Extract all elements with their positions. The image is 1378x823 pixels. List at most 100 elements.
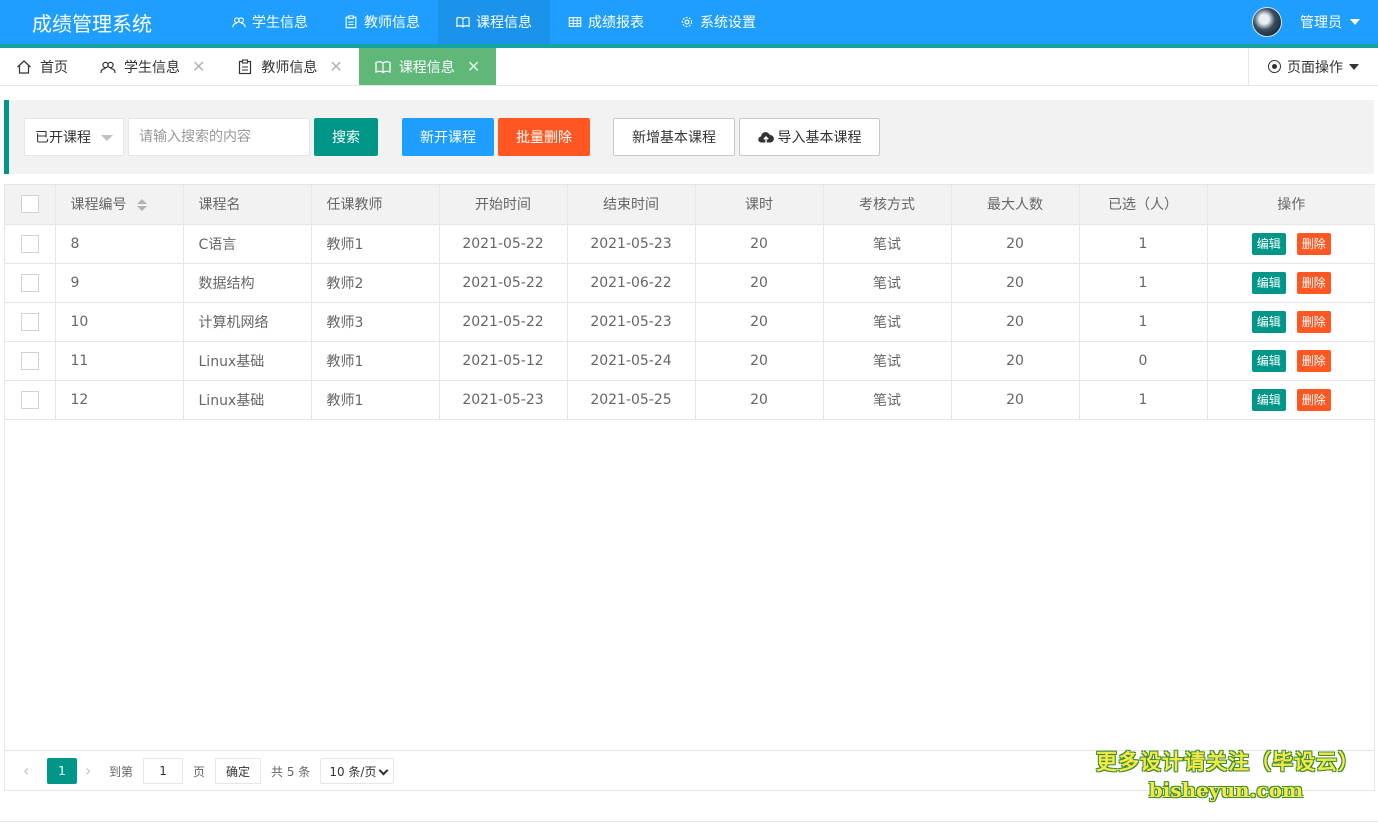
cell-teacher: 教师3 (311, 302, 440, 342)
add-basic-course-button[interactable]: 新增基本课程 (613, 118, 735, 156)
cell-max-students: 20 (951, 263, 1080, 303)
tab-label: 首页 (40, 59, 68, 76)
nav-label: 教师信息 (364, 15, 420, 31)
nav-item-courses[interactable]: 课程信息 (438, 0, 550, 48)
cell-hours: 20 (695, 341, 824, 381)
page-size-select[interactable]: 10 条/页 (320, 758, 395, 784)
tab-teachers[interactable]: 教师信息 ✕ (221, 48, 358, 85)
row-checkbox[interactable] (20, 273, 39, 292)
table-row: 10 计算机网络 教师3 2021-05-22 2021-05-23 20 笔试… (5, 302, 1375, 342)
nav-item-settings[interactable]: 系统设置 (662, 0, 774, 44)
cell-start-time: 2021-05-22 (439, 224, 568, 264)
select-all-checkbox[interactable] (20, 195, 39, 214)
col-start-time: 开始时间 (439, 185, 568, 225)
nav-item-reports[interactable]: 成绩报表 (550, 0, 662, 44)
cell-start-time: 2021-05-23 (439, 380, 568, 420)
home-icon (17, 59, 31, 74)
nav-item-students[interactable]: 学生信息 (214, 0, 326, 44)
cell-course-name: 数据结构 (183, 263, 312, 303)
top-nav: 学生信息 教师信息 课程信息 成绩报表 系统设置 (214, 0, 774, 48)
select-all-cell (5, 185, 56, 225)
cell-start-time: 2021-05-22 (439, 263, 568, 303)
nav-label: 成绩报表 (588, 15, 644, 31)
page-unit-label: 页 (193, 764, 206, 779)
cell-end-time: 2021-05-23 (567, 302, 696, 342)
page-ops-button[interactable]: 页面操作 (1248, 48, 1378, 85)
cell-end-time: 2021-05-24 (567, 341, 696, 381)
close-icon[interactable]: ✕ (329, 57, 342, 76)
goto-page-input[interactable] (143, 758, 184, 784)
delete-button[interactable]: 删除 (1296, 388, 1331, 411)
delete-button[interactable]: 删除 (1296, 310, 1331, 333)
row-checkbox[interactable] (20, 234, 39, 253)
chevron-left-icon[interactable]: ‹ (23, 763, 37, 779)
nav-item-teachers[interactable]: 教师信息 (326, 0, 438, 44)
total-count: 共 5 条 (271, 764, 311, 779)
new-course-button[interactable]: 新开课程 (402, 118, 494, 156)
close-icon[interactable]: ✕ (467, 57, 480, 76)
edit-button[interactable]: 编辑 (1251, 388, 1286, 411)
cell-course-id: 12 (55, 380, 184, 420)
chevron-down-icon (378, 765, 389, 776)
cell-course-name: Linux基础 (183, 341, 312, 381)
search-button[interactable]: 搜索 (314, 118, 378, 156)
table-icon (568, 17, 582, 27)
caret-down-icon (101, 135, 113, 141)
col-course-name: 课程名 (183, 185, 312, 225)
nav-label: 学生信息 (252, 15, 308, 31)
col-selected: 已选（人） (1079, 185, 1208, 225)
search-input[interactable] (128, 118, 310, 156)
tab-students[interactable]: 学生信息 ✕ (84, 48, 221, 85)
cell-actions: 编辑 删除 (1207, 380, 1375, 420)
avatar[interactable] (1252, 7, 1282, 37)
batch-delete-button[interactable]: 批量删除 (498, 118, 590, 156)
col-course-id[interactable]: 课程编号 (55, 185, 184, 225)
course-table: 课程编号 课程名 任课教师 开始时间 结束时间 课时 考核方式 最大人数 已选（… (4, 184, 1375, 791)
watermark: 更多设计请关注（毕设云） bisheyun.com (1096, 746, 1360, 802)
close-icon[interactable]: ✕ (192, 57, 205, 76)
row-checkbox[interactable] (20, 312, 39, 331)
course-status-select[interactable]: 已开课程 (24, 118, 124, 156)
row-checkbox[interactable] (20, 390, 39, 409)
cell-max-students: 20 (951, 341, 1080, 381)
book-icon (456, 16, 470, 28)
user-menu[interactable]: 管理员 (1252, 0, 1360, 44)
watermark-line1: 更多设计请关注（毕设云） (1096, 750, 1360, 774)
delete-button[interactable]: 删除 (1296, 232, 1331, 255)
cell-teacher: 教师1 (311, 224, 440, 264)
edit-button[interactable]: 编辑 (1251, 232, 1286, 255)
edit-button[interactable]: 编辑 (1251, 310, 1286, 333)
clipboard-icon (239, 58, 252, 74)
cell-max-students: 20 (951, 380, 1080, 420)
cell-end-time: 2021-05-23 (567, 224, 696, 264)
cloud-upload-icon (757, 132, 774, 143)
row-checkbox[interactable] (20, 351, 39, 370)
delete-button[interactable]: 删除 (1296, 271, 1331, 294)
edit-button[interactable]: 编辑 (1251, 349, 1286, 372)
nav-label: 课程信息 (476, 15, 532, 31)
edit-button[interactable]: 编辑 (1251, 271, 1286, 294)
cell-actions: 编辑 删除 (1207, 263, 1375, 303)
table-row: 12 Linux基础 教师1 2021-05-23 2021-05-25 20 … (5, 380, 1375, 420)
goto-label: 到第 (109, 764, 134, 779)
cell-start-time: 2021-05-12 (439, 341, 568, 381)
cell-actions: 编辑 删除 (1207, 341, 1375, 381)
cell-actions: 编辑 删除 (1207, 302, 1375, 342)
table-row: 9 数据结构 教师2 2021-05-22 2021-06-22 20 笔试 2… (5, 263, 1375, 303)
import-label: 导入基本课程 (777, 130, 862, 146)
col-max-students: 最大人数 (951, 185, 1080, 225)
cell-course-id: 11 (55, 341, 184, 381)
cell-assessment: 笔试 (823, 224, 952, 264)
sort-icon[interactable] (136, 198, 147, 212)
tab-home[interactable]: 首页 (0, 48, 84, 85)
tab-courses[interactable]: 课程信息 ✕ (358, 48, 497, 85)
select-value: 已开课程 (35, 130, 91, 146)
import-basic-course-button[interactable]: 导入基本课程 (739, 118, 880, 156)
page-button-current[interactable]: 1 (47, 758, 77, 784)
top-header: 成绩管理系统 学生信息 教师信息 课程信息 成绩报表 系统设置 管理员 (0, 0, 1378, 48)
delete-button[interactable]: 删除 (1296, 349, 1331, 372)
table-header-row: 课程编号 课程名 任课教师 开始时间 结束时间 课时 考核方式 最大人数 已选（… (5, 185, 1375, 225)
goto-confirm-button[interactable]: 确定 (215, 758, 262, 784)
chevron-right-icon[interactable]: › (85, 763, 99, 779)
cell-hours: 20 (695, 302, 824, 342)
